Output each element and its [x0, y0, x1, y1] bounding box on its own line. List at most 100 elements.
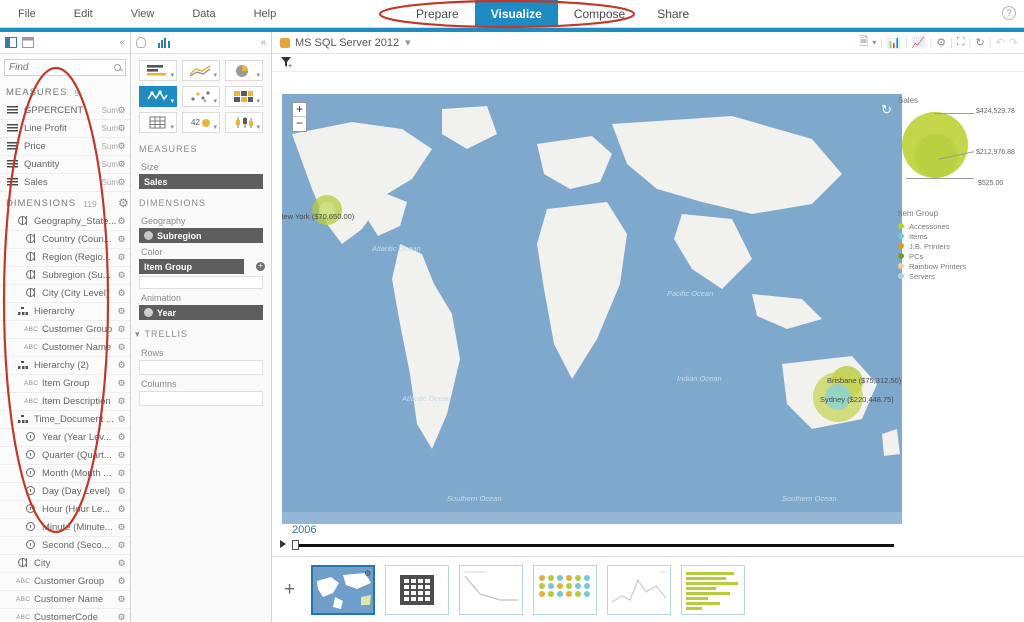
- menu-item-file[interactable]: File: [18, 8, 56, 20]
- chevron-down-icon[interactable]: ▾: [135, 329, 141, 339]
- measure-row[interactable]: Price Sum ⚙: [0, 138, 130, 156]
- legend-item[interactable]: Accessories: [898, 221, 1016, 231]
- dimension-row[interactable]: Hierarchy⚙: [0, 303, 130, 321]
- collapse-data-pane-button[interactable]: «: [119, 37, 125, 48]
- kpi-chart-type[interactable]: 42 ▾: [182, 112, 220, 133]
- gear-icon[interactable]: ⚙: [117, 613, 126, 622]
- tab-prepare[interactable]: Prepare: [400, 0, 475, 27]
- columns-shelf-dropzone[interactable]: [139, 391, 263, 406]
- insights-bulb-icon[interactable]: [136, 37, 146, 48]
- chevron-down-icon[interactable]: ▾: [170, 97, 174, 105]
- tab-visualize[interactable]: Visualize: [475, 0, 558, 27]
- bar-chart-type[interactable]: ▾: [139, 60, 177, 81]
- gear-icon[interactable]: ⚙: [117, 397, 126, 406]
- gear-icon[interactable]: ⚙: [117, 451, 126, 460]
- legend-item[interactable]: PCs: [898, 251, 1016, 261]
- gear-icon[interactable]: ⚙: [117, 217, 126, 226]
- animation-shelf-pill[interactable]: Year: [139, 305, 263, 320]
- search-field-wrapper[interactable]: [4, 59, 126, 76]
- measure-row[interactable]: Line Profit Sum ⚙: [0, 120, 130, 138]
- dimension-row[interactable]: ABCCustomer Name⚙: [0, 339, 130, 357]
- reset-rotate-icon[interactable]: ↻: [881, 102, 892, 118]
- dimension-row[interactable]: Region (Regio...⚙: [0, 249, 130, 267]
- thumbnail-area[interactable]: [607, 565, 671, 615]
- timeline-handle[interactable]: [292, 540, 299, 550]
- bar-chart-icon[interactable]: 📊: [887, 36, 901, 49]
- dimension-row[interactable]: Hierarchy (2)⚙: [0, 357, 130, 375]
- redo-icon[interactable]: ↷: [1009, 36, 1018, 49]
- dimension-row[interactable]: Subregion (Su...⚙: [0, 267, 130, 285]
- help-icon[interactable]: ?: [1002, 6, 1016, 20]
- map-chart-type[interactable]: ▾: [139, 86, 177, 107]
- table-chart-type[interactable]: ▾: [139, 112, 177, 133]
- tab-share[interactable]: Share: [641, 0, 705, 27]
- gear-icon[interactable]: ⚙: [117, 271, 126, 280]
- dimension-row[interactable]: Geography_State...⚙: [0, 213, 130, 231]
- panel-layout-two-icon[interactable]: [22, 37, 34, 48]
- heatmap-chart-type[interactable]: ▾: [225, 86, 263, 107]
- gear-icon[interactable]: ⚙: [117, 124, 126, 133]
- color-shelf-pill[interactable]: Item Group: [139, 259, 244, 274]
- undo-icon[interactable]: ↶: [996, 36, 1005, 49]
- dimension-row[interactable]: Month (Month ...⚙: [0, 465, 130, 483]
- gear-icon[interactable]: ⚙: [117, 469, 126, 478]
- gear-icon[interactable]: ⚙: [117, 307, 126, 316]
- dimension-row[interactable]: City⚙: [0, 555, 130, 573]
- search-input[interactable]: [9, 62, 121, 73]
- gear-icon[interactable]: ⚙: [117, 106, 126, 115]
- menu-item-data[interactable]: Data: [192, 8, 235, 20]
- report-icon[interactable]: 🗎: [859, 33, 868, 52]
- thumbnail-dots[interactable]: [533, 565, 597, 615]
- gear-icon[interactable]: ⚙: [117, 523, 126, 532]
- thumbnail-line[interactable]: [459, 565, 523, 615]
- menu-item-help[interactable]: Help: [254, 8, 297, 20]
- dimension-row[interactable]: Second (Seco...⚙: [0, 537, 130, 555]
- dimension-row[interactable]: ABCCustomerCode⚙: [0, 609, 130, 622]
- dimension-row[interactable]: Year (Year Lev...⚙: [0, 429, 130, 447]
- dimension-row[interactable]: ABCCustomer Name⚙: [0, 591, 130, 609]
- zoom-in-button[interactable]: +: [293, 103, 306, 117]
- gear-icon[interactable]: ⚙: [117, 559, 126, 568]
- animation-timeline[interactable]: 2006: [272, 522, 1024, 556]
- gear-icon[interactable]: ⚙: [117, 235, 126, 244]
- gear-icon[interactable]: ⚙: [117, 415, 126, 424]
- chevron-down-icon[interactable]: ▾: [872, 38, 876, 47]
- chevron-down-icon[interactable]: ▾: [170, 71, 174, 79]
- gear-icon[interactable]: ⚙: [117, 361, 126, 370]
- dimension-row[interactable]: ABCItem Description⚙: [0, 393, 130, 411]
- trellis-section-header[interactable]: ▾TRELLIS: [131, 320, 271, 344]
- gear-icon[interactable]: ⚙: [117, 343, 126, 352]
- collapse-shelf-pane-button[interactable]: «: [260, 37, 266, 48]
- trend-chart-icon[interactable]: 📈: [912, 36, 926, 49]
- gear-icon[interactable]: ⚙: [117, 379, 126, 388]
- add-color-field-button[interactable]: +: [256, 262, 265, 271]
- gear-icon[interactable]: ⚙: [117, 505, 126, 514]
- chevron-down-icon[interactable]: ▾: [256, 97, 260, 105]
- fullscreen-icon[interactable]: ⛶: [957, 36, 965, 49]
- dimension-row[interactable]: ABCCustomer Group⚙: [0, 321, 130, 339]
- gear-icon[interactable]: ⚙: [117, 433, 126, 442]
- chevron-down-icon[interactable]: ▾: [405, 36, 411, 49]
- menu-item-view[interactable]: View: [131, 8, 175, 20]
- dimension-row[interactable]: Time_Document ...⚙: [0, 411, 130, 429]
- add-visualization-button[interactable]: +: [278, 579, 301, 601]
- gear-icon[interactable]: ⚙: [117, 595, 126, 604]
- tab-compose[interactable]: Compose: [558, 0, 641, 27]
- rows-shelf-dropzone[interactable]: [139, 360, 263, 375]
- gear-icon[interactable]: ⚙: [936, 36, 946, 49]
- chevron-down-icon[interactable]: ▾: [256, 71, 260, 79]
- dimension-row[interactable]: ABCItem Group⚙: [0, 375, 130, 393]
- legend-item[interactable]: J.B. Printers: [898, 241, 1016, 251]
- dimension-row[interactable]: Hour (Hour Le...⚙: [0, 501, 130, 519]
- panel-layout-one-icon[interactable]: [5, 37, 17, 48]
- refresh-icon[interactable]: ↻: [975, 36, 984, 49]
- geography-shelf-pill[interactable]: Subregion: [139, 228, 263, 243]
- gear-icon[interactable]: ⚙: [117, 253, 126, 262]
- size-shelf-pill[interactable]: Sales: [139, 174, 263, 189]
- chart-bars-icon[interactable]: [158, 38, 170, 48]
- gear-icon[interactable]: ⚙: [117, 487, 126, 496]
- chevron-down-icon[interactable]: ▾: [256, 123, 260, 131]
- thumbnail-map[interactable]: ⚙: [311, 565, 375, 615]
- chevron-down-icon[interactable]: ▾: [213, 123, 217, 131]
- dimension-row[interactable]: Minute (Minute...⚙: [0, 519, 130, 537]
